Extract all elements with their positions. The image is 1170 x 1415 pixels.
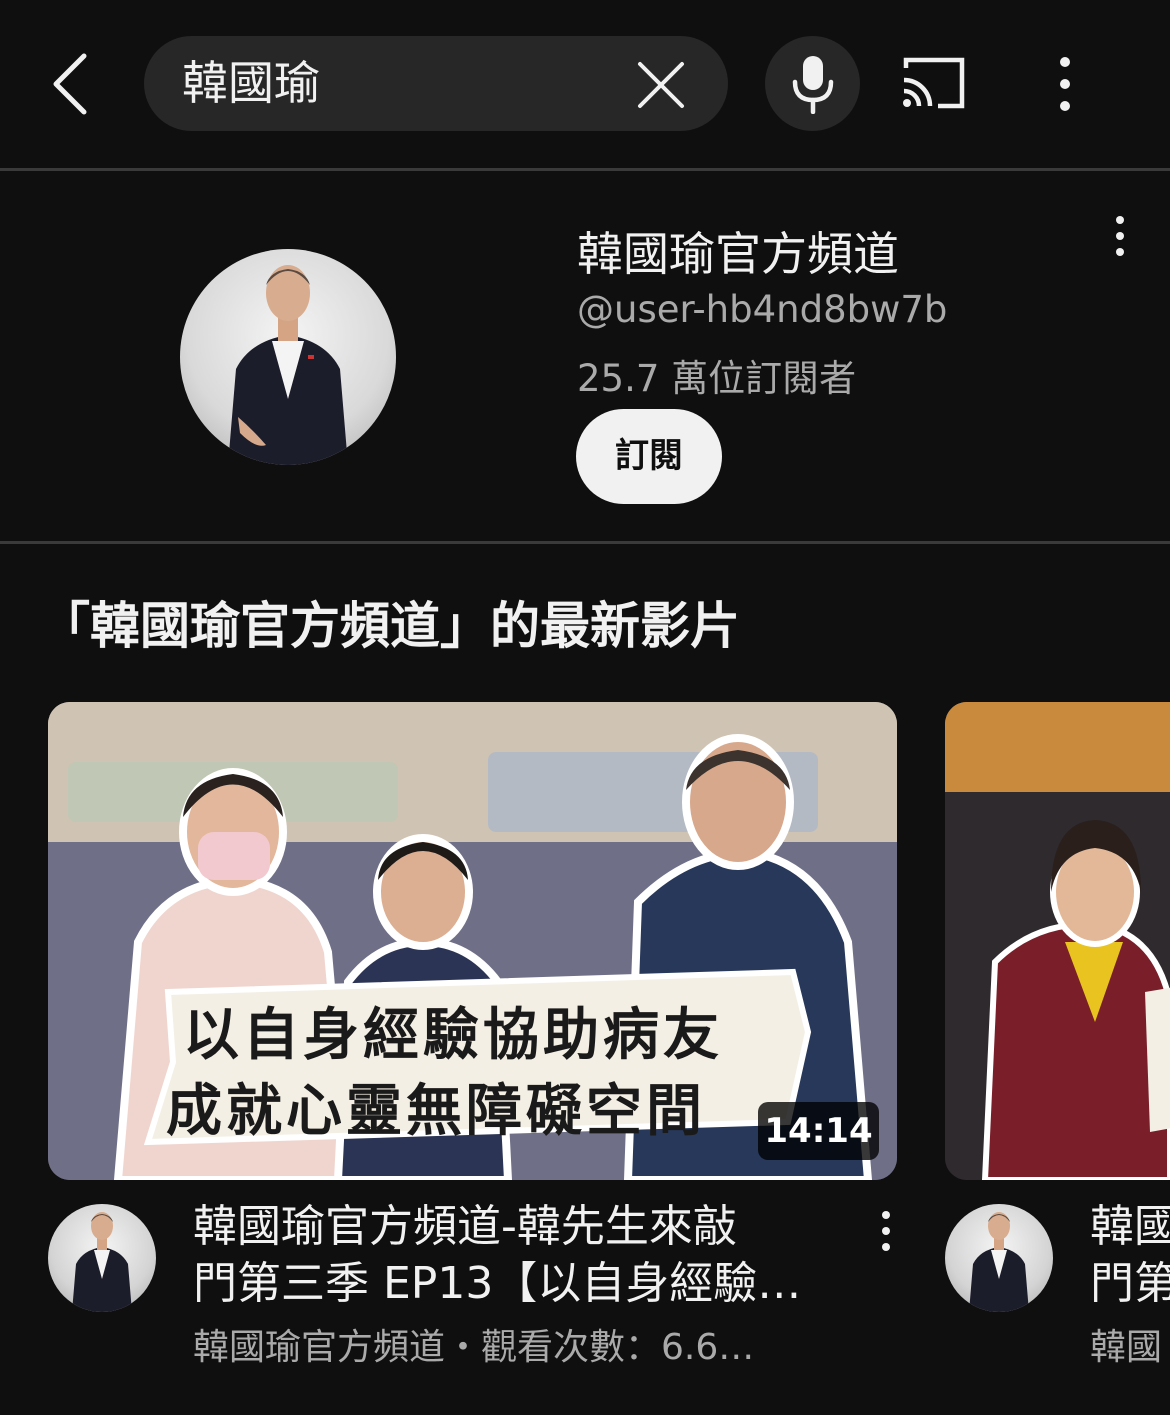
video-channel-avatar[interactable] bbox=[48, 1204, 156, 1312]
avatar-portrait-image bbox=[72, 1212, 132, 1312]
subscriber-count: 25.7 萬位訂閱者 bbox=[577, 357, 857, 400]
channel-more-button[interactable] bbox=[1104, 212, 1136, 262]
voice-search-button[interactable] bbox=[765, 36, 860, 131]
video-thumbnail[interactable] bbox=[945, 702, 1170, 1180]
avatar-portrait-image bbox=[228, 265, 348, 465]
more-vert-icon bbox=[882, 1211, 890, 1251]
divider bbox=[0, 541, 1170, 544]
video-more-button[interactable] bbox=[872, 1206, 900, 1256]
arrow-left-icon bbox=[53, 53, 87, 115]
top-app-bar: 韓國瑜 bbox=[0, 0, 1170, 170]
search-input[interactable]: 韓國瑜 bbox=[144, 36, 728, 131]
video-metadata: 韓國瑜官方頻道・觀看次數：6.6… bbox=[193, 1327, 755, 1368]
video-title[interactable]: 韓國 門第 bbox=[1090, 1198, 1170, 1312]
more-vert-icon bbox=[1116, 216, 1124, 256]
back-button[interactable] bbox=[40, 48, 110, 118]
channel-name[interactable]: 韓國瑜官方頻道 bbox=[577, 218, 899, 284]
video-channel-avatar[interactable] bbox=[945, 1204, 1053, 1312]
thumbnail-image bbox=[945, 702, 1170, 1180]
channel-handle: @user-hb4nd8bw7b bbox=[577, 288, 948, 331]
search-query-text: 韓國瑜 bbox=[182, 56, 320, 110]
channel-avatar[interactable] bbox=[180, 249, 396, 465]
divider bbox=[0, 168, 1170, 171]
video-title[interactable]: 韓國瑜官方頻道-韓先生來敲 門第三季 EP13【以自身經驗… bbox=[193, 1198, 843, 1312]
video-title-line1: 韓國 bbox=[1090, 1201, 1170, 1252]
section-title: 「韓國瑜官方頻道」的最新影片 bbox=[40, 597, 740, 655]
video-title-line2: 門第 bbox=[1090, 1258, 1170, 1309]
more-vert-icon bbox=[1060, 57, 1070, 111]
clear-search-button[interactable] bbox=[634, 58, 688, 112]
video-title-line1: 韓國瑜官方頻道-韓先生來敲 bbox=[193, 1201, 737, 1252]
thumbnail-caption-line1: 以自身經驗協助病友 bbox=[183, 1003, 723, 1068]
more-options-button[interactable] bbox=[1040, 52, 1090, 116]
avatar-portrait-image bbox=[969, 1212, 1029, 1312]
microphone-icon bbox=[792, 56, 834, 114]
video-title-line2: 門第三季 EP13【以自身經驗… bbox=[193, 1258, 802, 1309]
thumbnail-caption-line2: 成就心靈無障礙空間 bbox=[166, 1079, 706, 1144]
video-duration-badge: 14:14 bbox=[758, 1102, 879, 1160]
cast-icon bbox=[903, 57, 965, 109]
cast-button[interactable] bbox=[898, 52, 970, 116]
close-icon bbox=[638, 62, 684, 108]
subscribe-button[interactable]: 訂閱 bbox=[576, 409, 722, 504]
video-metadata: 韓國 bbox=[1090, 1327, 1163, 1368]
